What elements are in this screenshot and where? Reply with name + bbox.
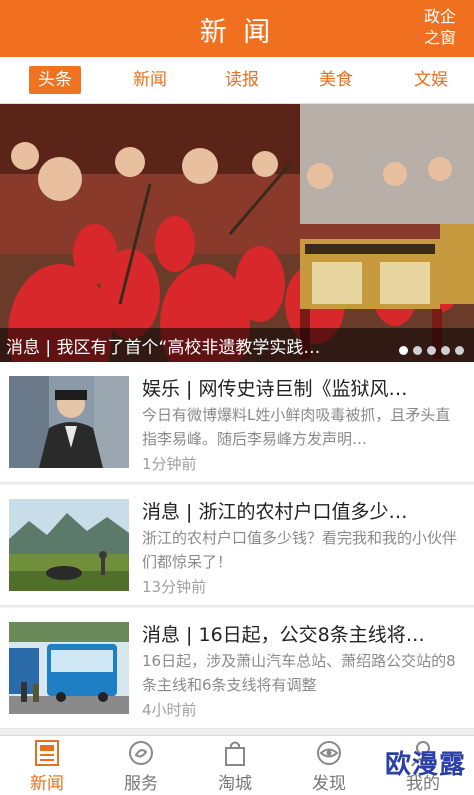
carousel-caption: 消息 | 我区有了首个“高校非遗教学实践… (6, 338, 321, 358)
gov-window-button[interactable]: 政企 之窗 (420, 6, 460, 48)
tab-news[interactable]: 新闻 (130, 66, 170, 94)
headline-carousel[interactable]: 消息 | 我区有了首个“高校非遗教学实践… (0, 104, 474, 362)
news-time: 13分钟前 (142, 578, 207, 596)
app-header: 新 闻 政企 之窗 (0, 0, 474, 57)
page-title: 新 闻 (199, 17, 275, 48)
gov-window-label-line2: 之窗 (423, 28, 456, 47)
nav-shop[interactable]: 淘城 (188, 736, 282, 795)
news-thumbnail (9, 622, 129, 714)
news-summary: 16日起，涉及萧山汽车总站、萧绍路公交站的8条主线和6条支线将有调整 (142, 652, 456, 694)
nav-news[interactable]: 新闻 (0, 736, 94, 795)
carousel-dot[interactable] (399, 346, 408, 355)
gov-window-label-line1: 政企 (423, 7, 456, 26)
news-title: 娱乐 | 网传史诗巨制《监狱风… (142, 378, 408, 400)
list-item[interactable]: 娱乐 | 网传史诗巨制《监狱风… 今日有微博爆料L姓小鲜肉吸毒被抓，且矛头直指李… (0, 362, 474, 483)
nav-label: 服务 (124, 774, 158, 794)
news-time: 4小时前 (142, 701, 197, 719)
watermark-text: 欧漫露 (384, 750, 466, 780)
nav-label: 淘城 (218, 774, 252, 794)
tab-entertainment[interactable]: 文娱 (411, 66, 451, 94)
category-tabs: 头条 新闻 读报 美食 文娱 (0, 57, 474, 104)
bottom-nav: 新闻 服务 淘城 发现 我的 欧漫露 (0, 735, 474, 795)
carousel-caption-bar: 消息 | 我区有了首个“高校非遗教学实践… (0, 328, 474, 362)
shopping-bag-icon (225, 741, 245, 766)
newspaper-icon (35, 740, 59, 766)
carousel-dot[interactable] (427, 346, 436, 355)
nav-label: 发现 (312, 774, 346, 794)
list-item[interactable]: 消息 | 16日起，公交8条主线将… 16日起，涉及萧山汽车总站、萧绍路公交站的… (0, 608, 474, 729)
nav-service[interactable]: 服务 (94, 736, 188, 795)
news-summary: 浙江的农村户口值多少钱？看完我和我的小伙伴们都惊呆了！ (142, 529, 458, 571)
news-title: 消息 | 16日起，公交8条主线将… (142, 624, 425, 646)
tab-newspaper[interactable]: 读报 (222, 66, 262, 94)
carousel-indicators (394, 340, 464, 359)
service-icon (129, 741, 153, 765)
carousel-dot[interactable] (455, 346, 464, 355)
tab-headline[interactable]: 头条 (29, 66, 81, 94)
news-thumbnail (9, 499, 129, 591)
list-item[interactable]: 消息 | 浙江的农村户口值多少… 浙江的农村户口值多少钱？看完我和我的小伙伴们都… (0, 485, 474, 606)
carousel-dot[interactable] (441, 346, 450, 355)
nav-discover[interactable]: 发现 (282, 736, 376, 795)
tab-food[interactable]: 美食 (316, 66, 356, 94)
news-thumbnail (9, 376, 129, 468)
eye-icon (317, 741, 341, 765)
news-title: 消息 | 浙江的农村户口值多少… (142, 501, 408, 523)
carousel-image (0, 104, 474, 362)
news-time: 1分钟前 (142, 455, 197, 473)
nav-label: 新闻 (30, 774, 64, 794)
news-summary: 今日有微博爆料L姓小鲜肉吸毒被抓，且矛头直指李易峰。随后李易峰方发声明… (142, 406, 451, 448)
carousel-dot[interactable] (413, 346, 422, 355)
